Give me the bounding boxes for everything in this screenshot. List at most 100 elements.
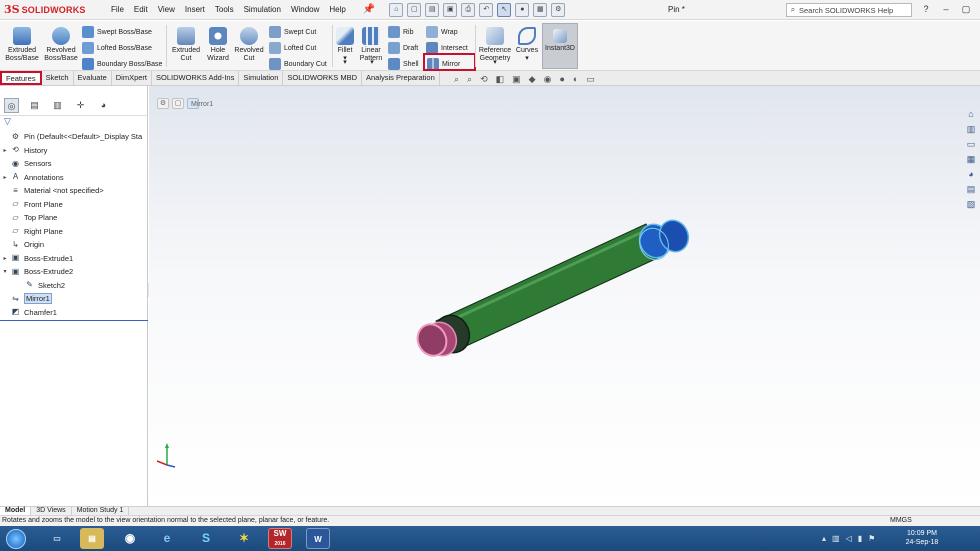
property-manager-icon[interactable]: ▤ [27,98,42,113]
section-view-icon[interactable]: ◧ [496,74,505,85]
taskbar-clock[interactable]: 10:09 PM 24-Sep-18 [900,529,944,547]
appearances-icon[interactable]: ◕ [963,168,979,181]
tree-item-material[interactable]: ≡ Material <not specified> [0,184,147,198]
menu-insert[interactable]: Insert [180,0,210,20]
curves-dropdown-icon[interactable]: ▾ [515,55,539,63]
view-palette-icon[interactable]: ▦ [963,153,979,166]
word-taskbar-button[interactable]: W [306,528,330,549]
start-button[interactable] [6,529,26,549]
menu-file[interactable]: File [106,0,129,20]
undo-icon[interactable]: ↶ [479,2,494,17]
select-arrow-icon[interactable]: ↖ [497,2,512,17]
linear-pattern-dropdown-arrow[interactable]: ▾ [364,59,380,67]
tree-item-origin[interactable]: ↳ Origin [0,238,147,252]
tree-item-right-plane[interactable]: ▱ Right Plane [0,225,147,239]
view-settings-icon[interactable]: ▭ [586,74,595,85]
file-explorer-taskbar-icon[interactable]: ▤ [80,528,104,549]
revolved-boss-button[interactable]: Revolved Boss/Base [44,27,78,63]
display-style-icon[interactable]: ◆ [529,74,536,85]
linear-pattern-button[interactable]: Linear Pattern [357,27,385,63]
tree-item-sensors[interactable]: ◉ Sensors [0,157,147,171]
menu-window[interactable]: Window [286,0,324,20]
tree-item-mirror1[interactable]: ⇋ Mirror1 [0,292,147,306]
configuration-manager-icon[interactable]: ▥ [50,98,65,113]
swept-cut-button[interactable]: Swept Cut [269,26,316,38]
display-manager-icon[interactable]: ◕ [96,98,111,113]
tab-analysis-preparation[interactable]: Analysis Preparation [362,71,440,85]
curves-button[interactable]: Curves ▾ [515,27,539,63]
zoom-to-fit-icon[interactable]: ⌕ [454,74,459,85]
expand-arrow-icon[interactable]: ▸ [0,174,10,181]
tab-3d-views[interactable]: 3D Views [31,507,72,515]
shell-button[interactable]: Shell [388,58,419,70]
file-properties-icon[interactable]: ▦ [533,2,548,17]
edit-appearance-icon[interactable]: ● [559,74,564,85]
reference-geometry-button[interactable]: Reference Geometry [477,27,513,63]
tab-dimxpert[interactable]: DimXpert [112,71,152,85]
tree-item-chamfer1[interactable]: ◩ Chamfer1 [0,306,147,320]
tab-model[interactable]: Model [0,507,32,515]
open-folder-icon[interactable]: ▤ [425,2,440,17]
expand-arrow-icon[interactable]: ▸ [0,255,10,262]
filter-icon[interactable]: ▽ [0,116,147,128]
expand-arrow-icon[interactable]: ▸ [0,147,10,154]
print-icon[interactable]: ⎙ [461,2,476,17]
battery-icon[interactable]: ▮ [858,534,862,543]
solidworks-taskbar-button[interactable]: SW 2016 [268,528,292,549]
tab-features[interactable]: Features [0,71,42,85]
menu-help[interactable]: Help [324,0,350,20]
save-icon[interactable]: ▣ [443,2,458,17]
help-question-icon[interactable]: ? [918,2,934,17]
tab-solidworks-mbd[interactable]: SOLIDWORKS MBD [283,71,362,85]
tab-evaluate[interactable]: Evaluate [74,71,112,85]
menu-view[interactable]: View [153,0,180,20]
revolved-cut-button[interactable]: Revolved Cut [233,27,265,63]
wrap-button[interactable]: Wrap [426,26,458,38]
forum-icon[interactable]: ▧ [963,198,979,211]
rebuild-icon[interactable]: ● [515,2,530,17]
rollback-bar[interactable] [0,320,148,321]
boundary-boss-button[interactable]: Boundary Boss/Base [82,58,162,70]
network-icon[interactable]: ▥ [832,534,840,543]
explorer-icon[interactable]: ▭ [45,528,69,549]
tree-item-pin[interactable]: ⚙ Pin (Default<<Default>_Display Sta [0,130,147,144]
tab-simulation[interactable]: Simulation [239,71,284,85]
solidworks-resources-icon[interactable]: ⌂ [963,108,979,121]
hide-show-icon[interactable]: ◉ [544,74,552,85]
options-gear-icon[interactable]: ⚙ [551,2,566,17]
reference-geometry-dropdown-arrow[interactable]: ▾ [487,59,503,67]
help-search-box[interactable]: ⌕ Search SOLIDWORKS Help [786,3,912,17]
tab-sketch[interactable]: Sketch [42,71,74,85]
collapse-arrow-icon[interactable]: ▾ [0,268,10,275]
tree-item-top-plane[interactable]: ▱ Top Plane [0,211,147,225]
internet-explorer-icon[interactable]: e [155,528,179,549]
dimxpert-manager-icon[interactable]: ✛ [73,98,88,113]
tree-item-sketch2[interactable]: ✎ Sketch2 [0,279,147,293]
tree-item-boss-extrude1[interactable]: ▸ ▣ Boss-Extrude1 [0,252,147,266]
skype-icon[interactable]: S [194,528,218,549]
flag-icon[interactable]: ⚑ [868,534,875,543]
custom-properties-icon[interactable]: ▤ [963,183,979,196]
menu-simulation[interactable]: Simulation [239,0,286,20]
draft-button[interactable]: Draft [388,42,418,54]
hole-wizard-button[interactable]: Hole Wizard [203,27,233,63]
game-icon[interactable]: ✶ [232,528,256,549]
graphics-area[interactable]: ⚙ ▢ Mirror1 ⌂ ▥ ▭ ▦ ◕ ▤ ▧ [149,86,980,506]
units-selector[interactable]: MMGS [890,516,912,526]
apply-scene-icon[interactable]: ◐ [573,74,578,85]
boundary-cut-button[interactable]: Boundary Cut [269,58,327,70]
fillet-button[interactable]: Fillet ▾ [335,27,355,63]
rib-button[interactable]: Rib [388,26,414,38]
menu-tools[interactable]: Tools [210,0,239,20]
solidworks-logo[interactable]: 3S SOLIDWORKS [0,3,100,16]
tree-item-history[interactable]: ▸ ⟲ History [0,144,147,158]
zoom-area-icon[interactable]: ⌕ [467,74,472,85]
new-document-icon[interactable]: ▢ [407,2,422,17]
tab-solidworks-addins[interactable]: SOLIDWORKS Add-Ins [152,71,240,85]
feature-manager-tree-icon[interactable]: ◎ [4,98,19,113]
volume-icon[interactable]: ◁ [846,534,852,543]
swept-boss-button[interactable]: Swept Boss/Base [82,26,152,38]
tree-item-annotations[interactable]: ▸ A Annotations [0,171,147,185]
lofted-boss-button[interactable]: Lofted Boss/Base [82,42,152,54]
instant3d-button[interactable]: Instant3D [542,23,578,69]
